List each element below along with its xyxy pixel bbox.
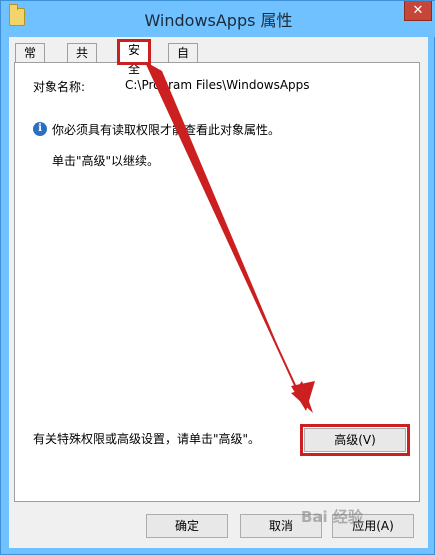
- info-message: 你必须具有读取权限才能查看此对象属性。: [52, 123, 281, 137]
- security-panel: 对象名称: C:\Program Files\WindowsApps i 你必须…: [14, 62, 420, 502]
- close-icon: ✕: [412, 3, 424, 18]
- ok-button[interactable]: 确定: [146, 514, 228, 538]
- advanced-hint: 有关特殊权限或高级设置，请单击"高级"。: [33, 432, 261, 446]
- close-button[interactable]: ✕: [404, 1, 432, 21]
- tab-general[interactable]: 常规: [15, 43, 46, 79]
- tab-sharing[interactable]: 共享: [67, 43, 98, 79]
- advanced-button[interactable]: 高级(V): [300, 424, 410, 456]
- dialog-client: 常规 共享 安全 自定义 对象名称: C:\Program Files\Wind…: [9, 37, 428, 548]
- object-name-value: C:\Program Files\WindowsApps: [125, 78, 310, 92]
- window-title: WindowsApps 属性: [144, 11, 293, 30]
- title-bar[interactable]: WindowsApps 属性 ✕: [1, 1, 435, 37]
- info-icon: i: [33, 122, 47, 136]
- tab-customize[interactable]: 自定义: [168, 43, 199, 98]
- highlight-box: [117, 39, 152, 65]
- watermark: Bai 经验: [301, 508, 363, 526]
- continue-hint: 单击"高级"以继续。: [52, 154, 160, 168]
- object-name-label: 对象名称:: [33, 80, 86, 94]
- properties-window: WindowsApps 属性 ✕ 常规 共享 安全 自定义 对象名称: C:\P…: [0, 0, 435, 555]
- tab-security[interactable]: 安全: [117, 39, 152, 76]
